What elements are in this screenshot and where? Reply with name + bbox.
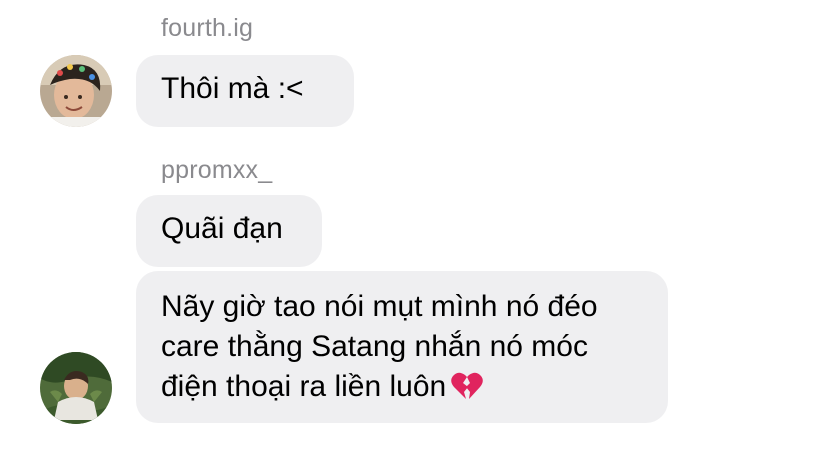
message-bubble[interactable]: Nãy giờ tao nói mụt mình nó đéo care thằ…: [136, 271, 668, 423]
sender-name-fourth-ig: fourth.ig: [161, 14, 254, 42]
avatar-photo-icon: [40, 352, 112, 424]
sender-name-ppromxx: ppromxx_: [161, 156, 273, 184]
broken-heart-icon: [450, 370, 484, 413]
message-text: Nãy giờ tao nói mụt mình nó đéo care thằ…: [161, 290, 598, 403]
message-bubble[interactable]: Thôi mà :<: [136, 55, 354, 127]
avatar-ppromxx[interactable]: [40, 352, 112, 424]
message-text: Thôi mà :<: [161, 72, 304, 105]
avatar-photo-icon: [40, 55, 112, 127]
avatar-fourth-ig[interactable]: [40, 55, 112, 127]
message-text: Quãi đạn: [161, 212, 283, 245]
message-bubble[interactable]: Quãi đạn: [136, 195, 322, 267]
